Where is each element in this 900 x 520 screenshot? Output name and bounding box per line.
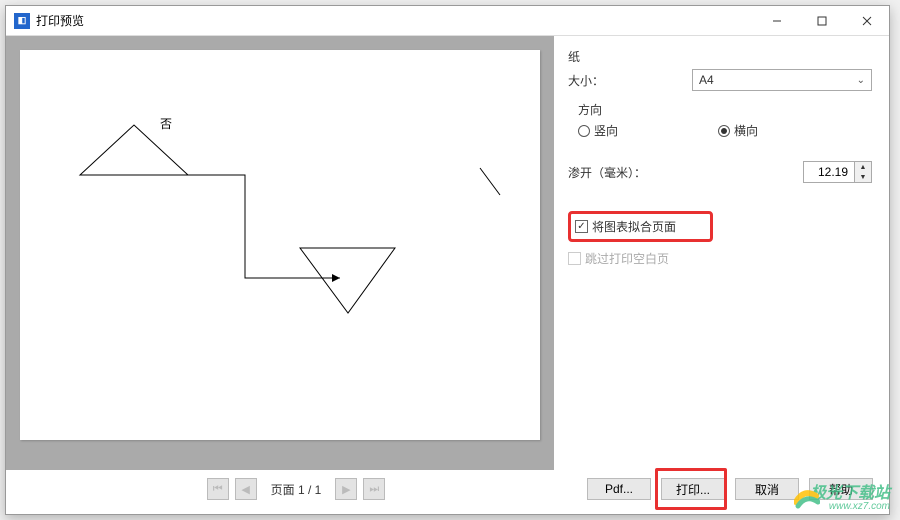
checkbox-icon [575,220,588,233]
nav-prev-button[interactable]: ◀ [235,478,257,500]
help-button[interactable]: 帮助 [809,478,873,500]
fit-to-page-label: 将图表拟合页面 [592,218,676,235]
checkbox-icon [568,252,581,265]
titlebar: ◧ 打印预览 [6,6,889,36]
skip-blank-pages-option[interactable]: 跳过打印空白页 [568,250,872,267]
close-button[interactable] [844,6,889,36]
nav-first-button[interactable]: ⏮ [207,478,229,500]
orientation-group: 方向 竖向 横向 [568,101,872,139]
orientation-landscape[interactable]: 横向 [718,122,758,139]
orientation-options: 竖向 横向 [578,122,872,139]
titlebar-left: ◧ 打印预览 [6,12,84,29]
bleed-label: 渗开（毫米）： [568,164,646,181]
window-controls [754,6,889,36]
orientation-landscape-label: 横向 [734,122,758,139]
settings-panel: 纸 大小： A4 ⌄ 方向 竖向 横向 [554,36,888,470]
bleed-row: 渗开（毫米）： ▲ ▼ [568,161,872,183]
spinner-down-icon[interactable]: ▼ [855,172,871,182]
paper-section-label: 纸 [568,48,872,65]
radio-icon [718,125,730,137]
window-title: 打印预览 [36,12,84,29]
orientation-portrait[interactable]: 竖向 [578,122,618,139]
button-bar: Pdf... 打印... 取消 帮助 [587,478,873,500]
maximize-button[interactable] [799,6,844,36]
page-nav-bar: ⏮ ◀ 页面 1 / 1 ▶ ⏭ [26,478,566,500]
page-indicator: 页面 1 / 1 [271,481,322,498]
print-button[interactable]: 打印... [661,478,725,500]
pdf-button[interactable]: Pdf... [587,478,651,500]
radio-icon [578,125,590,137]
diagram-canvas: 否 [20,50,540,440]
minimize-button[interactable] [754,6,799,36]
paper-size-label: 大小： [568,72,604,89]
triangle-label: 否 [160,117,172,131]
chevron-down-icon: ⌄ [857,75,865,86]
paper-size-select[interactable]: A4 ⌄ [692,69,872,91]
bleed-input[interactable] [804,162,854,182]
paper-size-row: 大小： A4 ⌄ [568,69,872,91]
orientation-label: 方向 [578,101,872,118]
cancel-button[interactable]: 取消 [735,478,799,500]
app-icon: ◧ [14,13,30,29]
nav-last-button[interactable]: ⏭ [363,478,385,500]
orientation-portrait-label: 竖向 [594,122,618,139]
paper-size-value: A4 [699,73,714,87]
skip-blank-pages-label: 跳过打印空白页 [585,250,669,267]
bleed-spinner[interactable]: ▲ ▼ [803,161,872,183]
print-preview-window: ◧ 打印预览 否 [5,5,890,515]
content-area: 否 纸 大小： A4 [6,36,889,470]
preview-area: 否 [6,36,554,470]
preview-page: 否 [20,50,540,440]
spinner-buttons: ▲ ▼ [854,162,871,182]
fit-to-page-option[interactable]: 将图表拟合页面 [568,211,713,242]
nav-next-button[interactable]: ▶ [335,478,357,500]
spinner-up-icon[interactable]: ▲ [855,162,871,172]
